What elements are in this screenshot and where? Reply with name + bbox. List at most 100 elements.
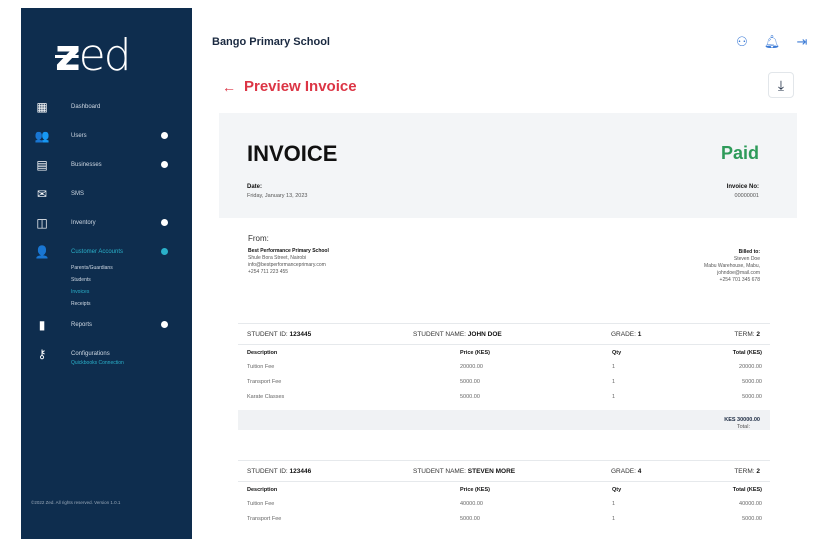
student-info-row: STUDENT ID: 123446 STUDENT NAME: STEVEN … [238,460,770,482]
billed-email: johndoe@mail.com [717,270,760,276]
row-price: 5000.00 [460,394,480,400]
total-label: Total: [736,424,750,430]
school-name: Bango Primary School [212,36,330,48]
mail-icon: ✉ [36,186,48,201]
student-section: STUDENT ID: 123445 STUDENT NAME: JOHN DO… [238,323,770,430]
expand-dot-icon [161,219,168,226]
download-button[interactable]: ⤓ [768,72,794,98]
row-qty: 1 [612,364,616,370]
col-qty: Qty [612,487,622,493]
student-id: STUDENT ID: 123445 [247,331,312,338]
sidebar: zed ▦ Dashboard 👥 Users ▤ Businesses ✉ S… [21,8,192,539]
zed-logo[interactable]: zed [55,30,132,81]
from-name: Best Performance Primary School [248,248,329,254]
submenu-item-invoices[interactable]: Invoices [71,286,192,298]
table-row: Karate Classes 5000.00 1 5000.00 [238,390,770,405]
col-total: Total (KES) [732,487,762,493]
col-price: Price (KES) [460,350,490,356]
student-section: STUDENT ID: 123446 STUDENT NAME: STEVEN … [238,460,770,527]
row-qty: 1 [612,379,616,385]
invoice-number-label: Invoice No: [726,184,759,190]
table-header: Description Price (KES) Qty Total (KES) [238,345,770,360]
row-price: 5000.00 [460,379,480,385]
sidebar-item-label: Reports [71,321,93,328]
row-total: 40000.00 [739,501,762,507]
sidebar-nav: ▦ Dashboard 👥 Users ▤ Businesses ✉ SMS ◫… [21,92,192,366]
users-icon: 👥 [34,128,50,143]
student-total: Total: KES 30000.00 [238,410,770,430]
row-total: 20000.00 [739,364,762,370]
building-icon: ▤ [36,157,48,172]
submenu-item-students[interactable]: Students [71,274,192,286]
sidebar-item-inventory[interactable]: ◫ Inventory [21,208,192,237]
student-grade: GRADE: 4 [611,468,642,475]
box-icon: ◫ [36,215,48,230]
row-qty: 1 [612,501,616,507]
row-total: 5000.00 [742,379,762,385]
row-qty: 1 [612,516,616,522]
col-description: Description [247,487,278,493]
from-label: From: [248,234,269,243]
sidebar-item-label: Inventory [71,219,96,226]
row-description: Tuition Fee [247,501,275,507]
sidebar-item-configurations[interactable]: ⚷ Configurations [21,339,192,368]
row-description: Transport Fee [247,379,282,385]
invoice-title: INVOICE [247,141,338,166]
grid-icon: ▦ [36,99,48,114]
row-qty: 1 [612,394,616,400]
billed-to-block: Billed to: Steven Doe Mabu Warehouse, Ma… [704,249,760,284]
student-grade: GRADE: 1 [611,331,642,338]
table-row: Transport Fee 5000.00 1 5000.00 [238,512,770,527]
sidebar-item-businesses[interactable]: ▤ Businesses [21,150,192,179]
sidebar-item-users[interactable]: 👥 Users [21,121,192,150]
col-qty: Qty [612,350,622,356]
sidebar-item-label: Users [71,132,87,139]
date-label: Date: [247,184,263,190]
logout-icon[interactable]: ⇥ [794,34,810,50]
row-price: 40000.00 [460,501,483,507]
table-header: Description Price (KES) Qty Total (KES) [238,482,770,497]
table-row: Transport Fee 5000.00 1 5000.00 [238,375,770,390]
sidebar-item-customer-accounts[interactable]: 👤 Customer Accounts [21,237,192,266]
row-price: 20000.00 [460,364,483,370]
billed-name: Steven Doe [733,256,760,262]
expand-dot-icon [161,132,168,139]
sidebar-footer: ©2022 Zed. All rights reserved. Version … [31,500,121,505]
status-badge: Paid [720,143,759,163]
student-id: STUDENT ID: 123446 [247,468,312,475]
row-description: Transport Fee [247,516,282,522]
student-name: STUDENT NAME: JOHN DOE [413,331,502,338]
table-row: Tuition Fee 20000.00 1 20000.00 [238,360,770,375]
arrow-left-icon[interactable]: ← [222,79,236,95]
date-value: Friday, January 13, 2023 [247,193,308,199]
row-description: Karate Classes [247,394,285,400]
bell-icon[interactable]: 🔔︎ [764,34,781,50]
submenu-item-receipts[interactable]: Receipts [71,298,192,310]
total-value: KES 30000.00 [724,417,760,423]
from-phone: +254 711 223 455 [248,269,289,275]
row-price: 5000.00 [460,516,480,522]
row-description: Tuition Fee [247,364,275,370]
sidebar-item-label: Customer Accounts [71,248,124,255]
sidebar-item-label: Configurations [71,350,110,357]
sidebar-item-dashboard[interactable]: ▦ Dashboard [21,92,192,121]
customer-accounts-submenu: Parents/Guardians Students Invoices Rece… [21,262,192,310]
student-info-row: STUDENT ID: 123445 STUDENT NAME: JOHN DO… [238,323,770,345]
app-root: zed ▦ Dashboard 👥 Users ▤ Businesses ✉ S… [0,0,820,539]
billed-to-label: Billed to: [738,249,760,255]
from-block: From: Best Performance Primary School Sh… [248,234,329,276]
student-term: TERM: 2 [734,468,760,475]
expand-dot-icon [161,161,168,168]
sidebar-item-label: SMS [71,190,85,197]
from-email: info@bestperformanceprimary.com [248,262,326,268]
sidebar-item-reports[interactable]: ▮ Reports [21,310,192,339]
billed-phone: +254 701 345 678 [719,277,760,283]
expand-dot-icon [161,321,168,328]
user-icon[interactable]: ⚇ [734,34,750,50]
sidebar-item-sms[interactable]: ✉ SMS [21,179,192,208]
row-total: 5000.00 [742,516,762,522]
sidebar-item-label: Businesses [71,161,102,168]
invoice-number-value: 00000001 [734,193,759,199]
col-price: Price (KES) [460,487,490,493]
key-icon: ⚷ [37,346,47,361]
